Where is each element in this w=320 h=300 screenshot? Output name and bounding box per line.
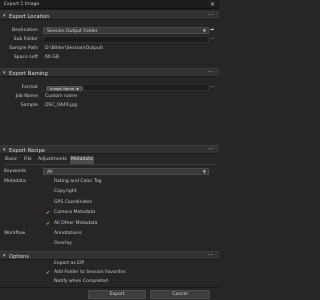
options-title: Options [9,253,30,260]
sample-path-value: D:\Bilder\Session\Output\ [45,46,104,51]
sample-path-label: Sample Path [9,46,38,51]
export-location-title: Export Location [9,13,50,20]
tab-basic[interactable]: Basic [4,156,18,164]
tab-adjustments[interactable]: Adjustments [37,156,68,164]
sample-value: DSC_0449.jpg [45,103,78,108]
annotations-label: Annotations [54,231,82,236]
keywords-value: All [47,169,53,175]
subfolder-label: Sub Folder [13,37,38,42]
space-left-value: 66 GB [45,55,60,60]
all-other-metadata-label: All Other Metadata [54,221,98,226]
subfolder-input[interactable] [43,36,209,43]
tab-file[interactable]: File [23,156,33,164]
rating-color-tag-label: Rating and Color Tag [54,179,102,184]
gps-coordinates-checkbox[interactable] [46,201,51,206]
footer-divider [0,287,219,288]
more-options-icon[interactable]: ⋯ [210,84,215,90]
workflow-label: Workflow [4,231,26,236]
more-menu-icon[interactable]: ··· [207,252,214,259]
annotations-checkbox[interactable] [46,232,51,237]
gps-coordinates-label: GPS Coordinates [54,200,93,205]
chevron-down-icon: ▼ [202,28,206,33]
notify-completed-checkbox[interactable] [46,280,51,285]
export-recipe-header[interactable]: ▾ Export Recipe ··· [0,145,219,154]
overlay-label: Overlay [54,241,72,246]
image-name-token[interactable]: Image Name ▼ [46,86,83,91]
more-menu-icon[interactable]: ··· [207,12,214,19]
export-recipe-title: Export Recipe [9,147,45,154]
destination-label: Destination [11,28,38,33]
overlay-checkbox[interactable] [46,242,51,247]
keywords-label: Keywords [4,169,27,174]
format-field[interactable]: Image Name ▼ [43,84,209,91]
keywords-select[interactable]: All ▼ [43,168,209,175]
export-location-header[interactable]: ▾ Export Location ··· [0,11,219,20]
checkmark-icon: ✔ [46,220,51,227]
job-name-value[interactable]: Custom name [45,94,77,99]
chevron-down-icon: ▾ [3,70,6,76]
copyright-checkbox[interactable] [46,190,51,195]
copyright-label: Copyright [54,189,77,194]
destination-select[interactable]: Session Output Folder ▼ [43,27,209,34]
add-folder-favorites-label: Add Folder to Session Favorites [54,270,126,275]
chevron-down-icon: ▾ [3,13,6,19]
arrow-right-icon[interactable]: ➡ [210,27,214,33]
tab-divider [4,164,216,165]
title-bar: Export 1 Image ✕ [0,0,219,9]
space-left-label: Space Left [13,55,38,60]
destination-value: Session Output Folder [47,28,98,34]
checkmark-icon: ✔ [46,269,51,276]
more-menu-icon[interactable]: ··· [207,146,214,153]
close-icon[interactable]: ✕ [210,1,215,8]
job-name-label: Job Name [15,94,38,99]
format-label: Format [21,85,38,90]
export-naming-header[interactable]: ▾ Export Naming ··· [0,68,219,77]
all-other-metadata-checkbox[interactable]: ✔ [46,220,51,227]
camera-metadata-checkbox[interactable]: ✔ [46,209,51,216]
checkmark-icon: ✔ [46,209,51,216]
chevron-down-icon: ▾ [3,147,6,153]
add-folder-favorites-checkbox[interactable]: ✔ [46,269,51,276]
sample-label: Sample [20,103,38,108]
cancel-button[interactable]: Cancel [150,290,210,299]
chevron-down-icon: ▼ [202,169,206,174]
export-naming-title: Export Naming [9,70,48,77]
notify-completed-label: Notify when Completed [54,279,108,284]
chevron-down-icon: ▾ [3,253,6,259]
export-as-eip-label: Export as EIP [54,261,85,266]
options-header[interactable]: ▾ Options ··· [0,251,219,260]
more-options-icon[interactable]: ⋯ [210,36,215,42]
export-as-eip-checkbox[interactable] [46,262,51,267]
rating-color-tag-checkbox[interactable] [46,180,51,185]
export-button[interactable]: Export [88,290,146,299]
window-title: Export 1 Image [4,2,40,7]
tab-metadata[interactable]: Metadata [70,156,94,164]
camera-metadata-label: Camera Metadata [54,210,96,215]
more-menu-icon[interactable]: ··· [207,69,214,76]
metadata-label: Metadata [4,179,26,184]
